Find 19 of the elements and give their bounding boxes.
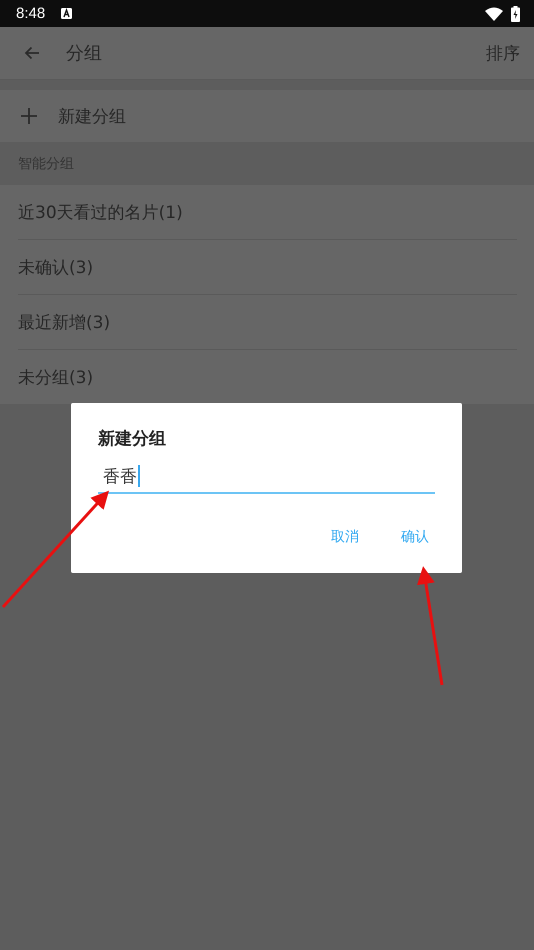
dialog-title: 新建分组 (98, 428, 167, 450)
input-field[interactable]: 香香 (98, 460, 435, 494)
new-group-label: 新建分组 (58, 106, 126, 128)
back-icon[interactable] (24, 46, 40, 60)
dialog-button[interactable]: 取消 (325, 524, 365, 550)
group-item[interactable]: 近30天看过的名片(1) (18, 185, 517, 240)
group-item[interactable]: 未确认(3) (18, 240, 517, 295)
new-group-row[interactable]: 新建分组 (0, 90, 534, 142)
battery-icon (511, 6, 520, 22)
screen-title: 分组 (66, 42, 102, 65)
dialog-button[interactable]: 确认 (395, 524, 435, 550)
status-time: 8:48 (16, 5, 46, 22)
wifi-icon (485, 6, 503, 20)
group-item[interactable]: 最近新增(3) (18, 295, 517, 350)
group-item[interactable]: 未分组(3) (18, 350, 517, 404)
input-value: 香香 (103, 466, 137, 488)
plus-icon (20, 107, 38, 125)
notification-icon (61, 8, 72, 19)
sort-button[interactable]: 排序 (486, 42, 520, 64)
